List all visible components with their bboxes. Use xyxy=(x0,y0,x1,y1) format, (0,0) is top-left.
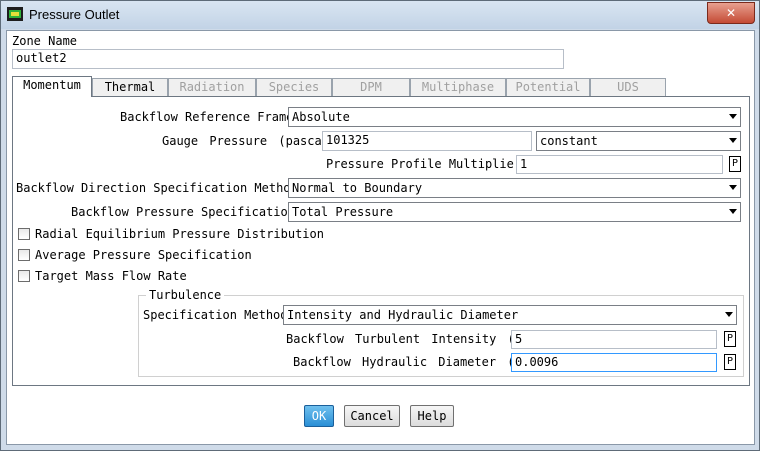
profile-multiplier-label: Pressure Profile Multiplier xyxy=(326,157,522,171)
turbulence-spec-method-select[interactable]: Intensity and Hydraulic Diameter xyxy=(283,305,737,325)
backflow-dir-method-value: Normal to Boundary xyxy=(292,181,423,195)
backflow-dir-method-label: Backflow Direction Specification Method xyxy=(16,181,298,195)
tab-species: Species xyxy=(256,78,332,97)
tab-momentum[interactable]: Momentum xyxy=(12,76,92,97)
backflow-pressure-spec-select[interactable]: Total Pressure xyxy=(288,202,741,222)
tab-uds: UDS xyxy=(590,78,666,97)
hydraulic-diameter-parameter-button[interactable]: P xyxy=(724,354,736,370)
target-mass-flow-label: Target Mass Flow Rate xyxy=(35,269,187,283)
tab-thermal[interactable]: Thermal xyxy=(92,78,168,97)
turbulent-intensity-input[interactable]: 5 xyxy=(511,330,717,349)
tab-dpm: DPM xyxy=(332,78,410,97)
zone-name-input[interactable]: outlet2 xyxy=(12,49,564,69)
tab-multiphase: Multiphase xyxy=(410,78,506,97)
chevron-down-icon xyxy=(729,209,737,214)
backflow-dir-method-select[interactable]: Normal to Boundary xyxy=(288,178,741,198)
fluent-app-icon xyxy=(7,7,23,21)
title-bar[interactable]: Pressure Outlet ✕ xyxy=(1,1,759,29)
target-mass-flow-checkbox[interactable] xyxy=(18,270,30,282)
profile-multiplier-input[interactable]: 1 xyxy=(516,155,723,174)
average-pressure-checkbox[interactable] xyxy=(18,249,30,261)
close-icon: ✕ xyxy=(725,6,737,20)
backflow-ref-frame-value: Absolute xyxy=(292,110,350,124)
turbulent-intensity-label: Backflow Turbulent Intensity (%) xyxy=(286,332,530,346)
tab-radiation: Radiation xyxy=(168,78,256,97)
profile-multiplier-parameter-button[interactable]: P xyxy=(729,156,741,172)
close-button[interactable]: ✕ xyxy=(707,2,755,24)
cancel-button[interactable]: Cancel xyxy=(344,405,400,427)
gauge-pressure-input[interactable]: 101325 xyxy=(322,131,532,151)
zone-name-label: Zone Name xyxy=(12,34,78,48)
gauge-pressure-label: Gauge Pressure (pascal) xyxy=(162,134,337,148)
radial-equilibrium-checkbox[interactable] xyxy=(18,228,30,240)
turbulence-spec-method-label: Specification Method xyxy=(143,308,288,322)
tab-potential: Potential xyxy=(506,78,590,97)
chevron-down-icon xyxy=(729,114,737,119)
turbulence-spec-method-value: Intensity and Hydraulic Diameter xyxy=(287,308,519,322)
chevron-down-icon xyxy=(725,312,733,317)
backflow-ref-frame-label: Backflow Reference Frame xyxy=(120,110,294,124)
hydraulic-diameter-label: Backflow Hydraulic Diameter (m) xyxy=(293,355,529,369)
backflow-pressure-spec-label: Backflow Pressure Specification xyxy=(71,205,295,219)
gauge-pressure-method-value: constant xyxy=(540,134,598,148)
chevron-down-icon xyxy=(729,185,737,190)
backflow-ref-frame-select[interactable]: Absolute xyxy=(288,107,741,127)
radial-equilibrium-label: Radial Equilibrium Pressure Distribution xyxy=(35,227,324,241)
ok-button[interactable]: OK xyxy=(304,405,334,427)
window-title: Pressure Outlet xyxy=(29,7,120,22)
hydraulic-diameter-input[interactable]: 0.0096 xyxy=(511,353,717,372)
turbulent-intensity-parameter-button[interactable]: P xyxy=(724,331,736,347)
average-pressure-label: Average Pressure Specification xyxy=(35,248,252,262)
help-button[interactable]: Help xyxy=(410,405,454,427)
backflow-pressure-spec-value: Total Pressure xyxy=(292,205,394,219)
chevron-down-icon xyxy=(729,138,737,143)
gauge-pressure-method-select[interactable]: constant xyxy=(536,131,741,151)
turbulence-group-label: Turbulence xyxy=(146,288,225,302)
